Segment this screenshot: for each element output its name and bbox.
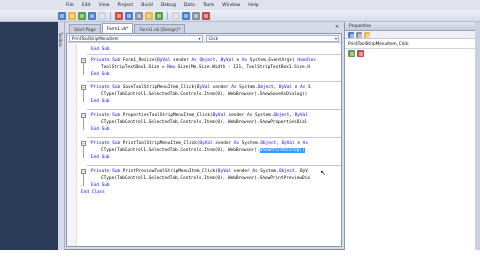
toolbar-button-icon[interactable]: [172, 11, 180, 20]
document-tab[interactable]: Form1.vb*: [101, 23, 134, 33]
close-icon[interactable]: ×: [334, 24, 340, 30]
code-line[interactable]: End Sub: [91, 46, 110, 53]
toolbar-button-icon[interactable]: [68, 11, 76, 20]
property-pages-icon[interactable]: [357, 50, 364, 57]
menu-build[interactable]: Build: [137, 3, 157, 8]
code-editor[interactable]: PrintToolStripMenuItem ▾ Click ▾ End Sub…: [66, 33, 342, 247]
toolbar-button-icon[interactable]: [125, 11, 133, 20]
outline-guide: [83, 118, 84, 130]
visual-studio-window: File Edit View Project Build Debug Data Tools Wi…: [0, 0, 480, 250]
menu-window[interactable]: Window: [218, 3, 244, 8]
menu-bar: File Edit View Project Build Debug Data Tools Wi…: [0, 0, 480, 10]
left-dark-strip: [0, 22, 58, 250]
properties-panel: Properties PrintToolStripMenuItem_Click: [344, 22, 480, 250]
menu-help[interactable]: Help: [244, 3, 262, 8]
alphabetical-icon[interactable]: [356, 32, 362, 38]
code-line[interactable]: CType(TabControl1.SelectedTab.Controls.I…: [101, 147, 305, 154]
menu-tools[interactable]: Tools: [199, 3, 218, 8]
navigation-bar: PrintToolStripMenuItem ▾ Click ▾: [67, 34, 341, 43]
toolbar-button-icon[interactable]: [88, 11, 96, 20]
method-separator: [87, 165, 341, 166]
code-line[interactable]: End Sub: [91, 126, 110, 133]
menu-view[interactable]: View: [95, 3, 114, 8]
document-tab[interactable]: Form1.vb [Design]*: [134, 24, 186, 33]
outline-guide: [83, 174, 84, 186]
method-separator: [87, 109, 341, 110]
code-line[interactable]: Private Sub SaveToolStripMenuItem_Click(…: [91, 84, 311, 91]
toolbar-separator: [110, 11, 111, 20]
toolbar-button-icon[interactable]: [145, 11, 153, 20]
properties-icon[interactable]: [364, 32, 370, 38]
class-dropdown[interactable]: PrintToolStripMenuItem ▾: [69, 35, 203, 42]
method-separator: [87, 54, 341, 55]
code-line[interactable]: Private Sub Form1_Resize(ByVal sender As…: [91, 57, 316, 64]
menu-project[interactable]: Project: [114, 3, 138, 8]
toolbar-button-icon[interactable]: [192, 11, 200, 20]
properties-panel-title: Properties: [345, 22, 480, 31]
toolbar-button-icon[interactable]: [115, 11, 123, 20]
outline-guide: [83, 146, 84, 158]
toolbar-button-icon[interactable]: [202, 11, 210, 20]
code-line[interactable]: CType(TabControl1.SelectedTab.Controls.I…: [101, 91, 307, 98]
outline-guide: [83, 90, 84, 102]
categorized-icon[interactable]: [348, 32, 354, 38]
code-line[interactable]: Private Sub PropertiesToolStripMenuItem_…: [91, 112, 308, 119]
properties-row: [345, 49, 480, 58]
menu-data[interactable]: Data: [180, 3, 199, 8]
code-line[interactable]: End Sub: [91, 71, 110, 78]
code-line[interactable]: ToolStripTextBox1.Size = New Size(Me.Siz…: [101, 64, 310, 71]
properties-selected-object[interactable]: PrintToolStripMenuItem_Click: [345, 39, 480, 49]
code-line[interactable]: End Class: [81, 189, 105, 196]
toolbar-button-icon[interactable]: [155, 11, 163, 20]
code-line[interactable]: End Sub: [91, 182, 110, 189]
code-line[interactable]: CType(TabControl1.SelectedTab.Controls.I…: [101, 119, 307, 126]
toolbar-button-icon[interactable]: [58, 11, 66, 20]
class-dropdown-value: PrintToolStripMenuItem: [72, 36, 119, 41]
selected-text[interactable]: ShowPrintDialog(): [259, 148, 305, 153]
panel-side-strip: [475, 22, 480, 250]
mouse-cursor-icon: ↖: [320, 169, 326, 177]
method-dropdown[interactable]: Click ▾: [205, 35, 339, 42]
code-area[interactable]: End Sub Private Sub Form1_Resize(ByVal se…: [67, 44, 341, 246]
method-separator: [87, 137, 341, 138]
document-tabs: Start Page Form1.vb* Form1.vb [Design]* ×: [66, 22, 342, 33]
menu-edit[interactable]: Edit: [78, 3, 95, 8]
method-separator: [87, 81, 341, 82]
standard-toolbar: [0, 10, 480, 22]
toolbox-tab-label: Toolbox: [58, 32, 63, 47]
toolbar-button-icon[interactable]: [98, 11, 106, 20]
code-line[interactable]: End Sub: [91, 98, 110, 105]
chevron-down-icon: ▾: [198, 36, 201, 41]
menu-debug[interactable]: Debug: [157, 3, 180, 8]
document-tab[interactable]: Start Page: [69, 24, 101, 33]
toolbar-separator: [167, 11, 168, 20]
outline-guide: [83, 63, 84, 75]
toolbox-tab[interactable]: Toolbox: [58, 22, 65, 250]
menu-file[interactable]: File: [62, 3, 78, 8]
toolbar-button-icon[interactable]: [135, 11, 143, 20]
code-line[interactable]: Private Sub PrintPreviewToolStripMenuIte…: [91, 168, 308, 175]
toolbar-button-icon[interactable]: [78, 11, 86, 20]
method-dropdown-value: Click: [208, 36, 219, 41]
chevron-down-icon: ▾: [334, 36, 337, 41]
code-line[interactable]: CType(TabControl1.SelectedTab.Controls.I…: [101, 175, 310, 182]
events-icon[interactable]: [348, 50, 355, 57]
code-line[interactable]: End Sub: [91, 154, 110, 161]
toolbar-button-icon[interactable]: [182, 11, 190, 20]
properties-toolbar: [345, 31, 480, 39]
code-line[interactable]: Private Sub PrintToolStripMenuItem_Click…: [91, 140, 308, 147]
indicator-margin: [67, 44, 77, 246]
